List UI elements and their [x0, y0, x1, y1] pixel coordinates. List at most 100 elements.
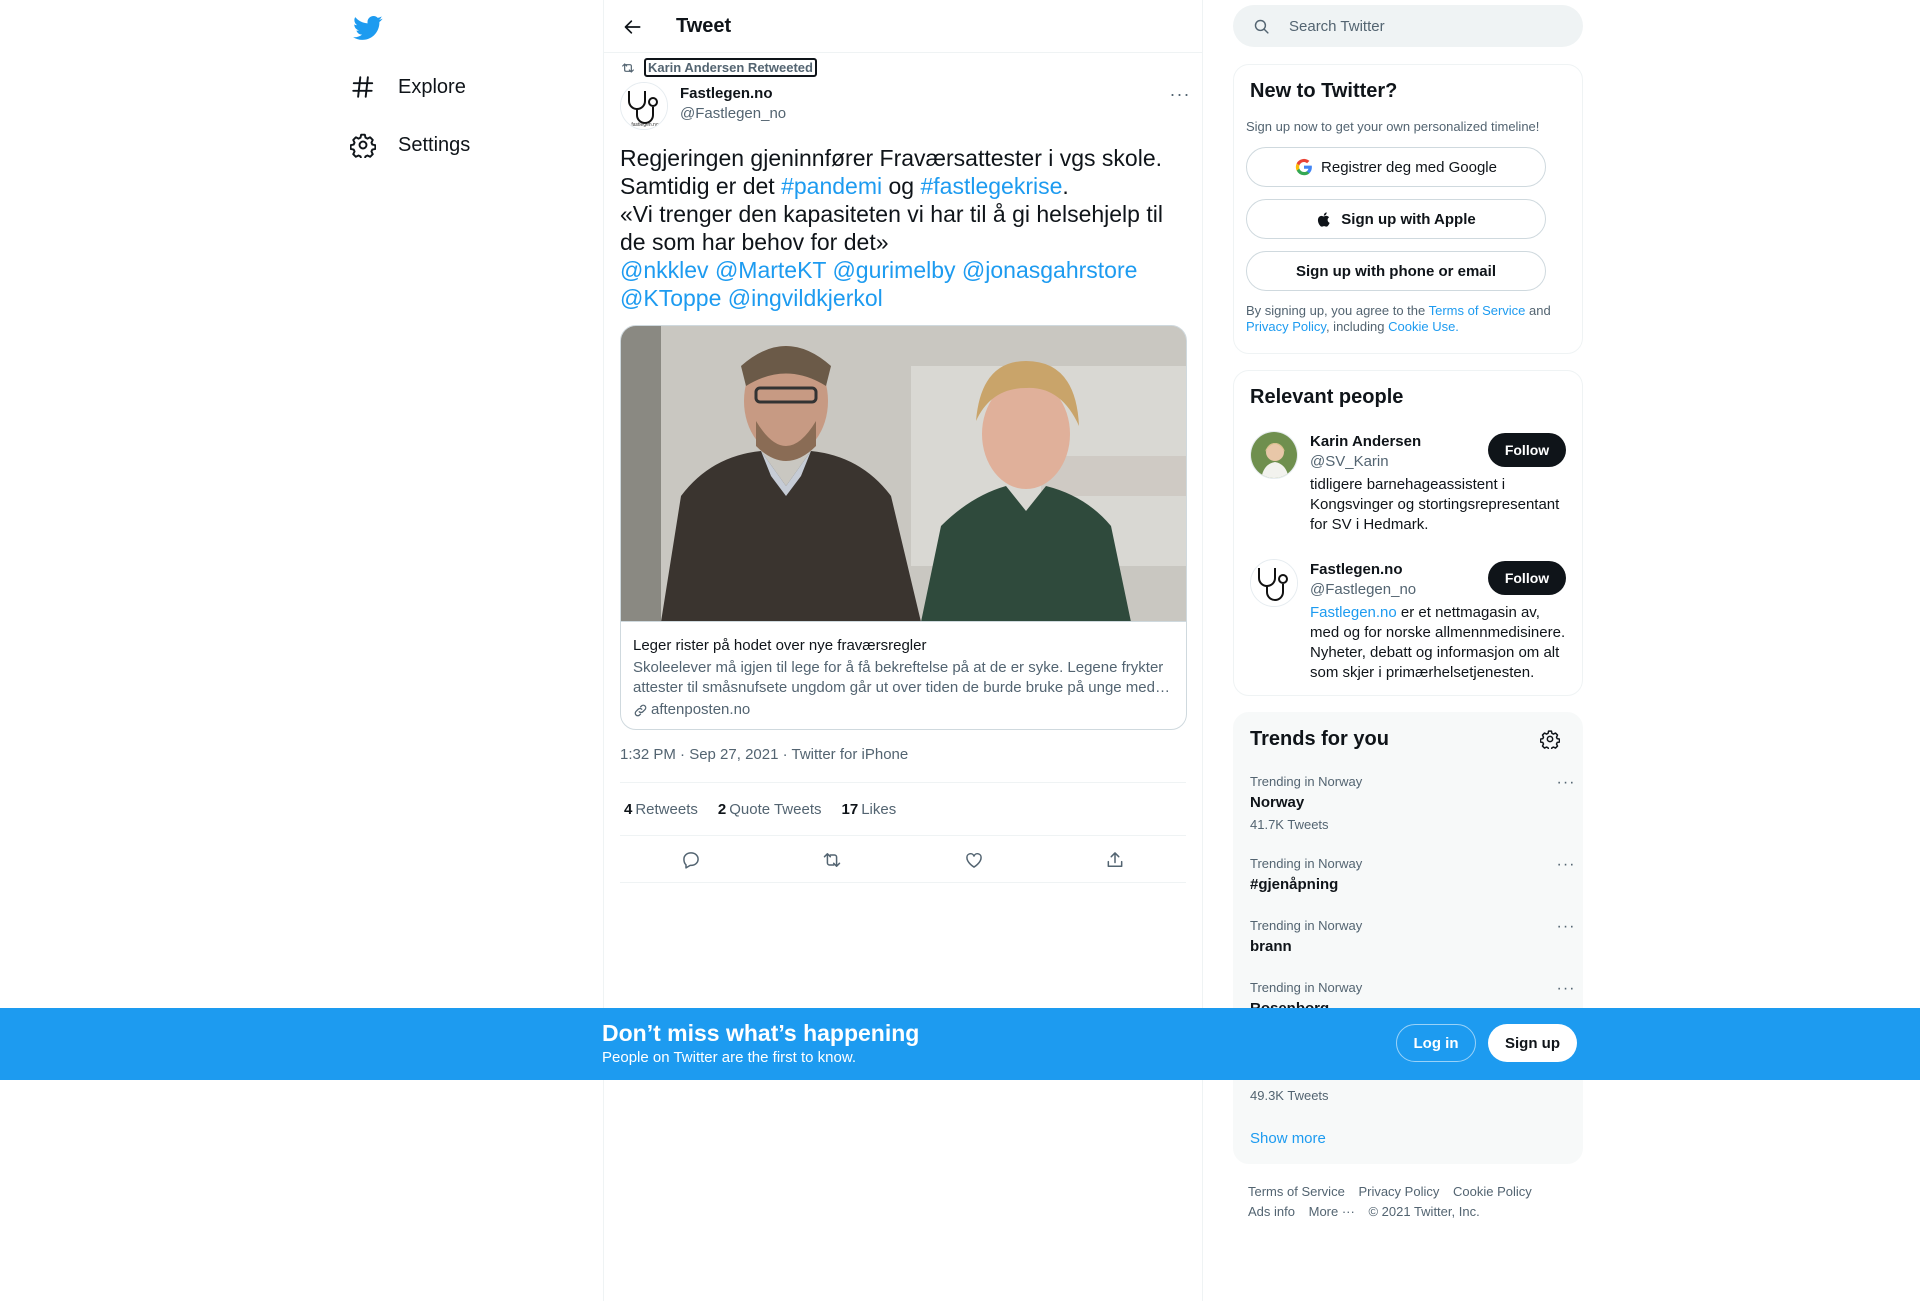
- phone-email-signup-label: Sign up with phone or email: [1295, 262, 1496, 280]
- back-button[interactable]: [618, 12, 648, 42]
- person-handle[interactable]: @Fastlegen_no: [1310, 581, 1416, 598]
- person-bio: Fastlegen.no er et nettmagasin av, med o…: [1310, 603, 1570, 683]
- hashtag-fastlegekrise[interactable]: #fastlegekrise: [921, 173, 1063, 199]
- person-bio: tidligere barnehageassistent i Kongsving…: [1310, 476, 1560, 533]
- tweet-line-2: Samtidig er det #pandemi og #fastlegekri…: [620, 172, 1186, 200]
- follow-button[interactable]: Follow: [1488, 561, 1566, 595]
- author-handle[interactable]: @Fastlegen_no: [680, 105, 786, 122]
- like-button[interactable]: [957, 843, 991, 877]
- legal-text: , including: [1325, 319, 1389, 334]
- phone-email-signup-button[interactable]: Sign up with phone or email: [1246, 251, 1546, 291]
- trend-name: brann: [1250, 938, 1292, 955]
- more-options-icon[interactable]: ···: [1166, 84, 1194, 104]
- more-options-icon[interactable]: ···: [1554, 918, 1578, 936]
- card-domain-text: aftenposten.no: [651, 701, 751, 718]
- person-name[interactable]: Fastlegen.no: [1310, 561, 1403, 578]
- footer-terms-link[interactable]: Terms of Service: [1248, 1184, 1345, 1199]
- more-options-icon[interactable]: ···: [1554, 856, 1578, 874]
- hashtag-pandemi[interactable]: #pandemi: [781, 173, 882, 199]
- show-more-link[interactable]: Show more: [1250, 1130, 1326, 1147]
- signup-banner: Don’t miss what’s happening People on Tw…: [0, 1008, 1920, 1080]
- trend-item[interactable]: Trending in Norway #gjenåpning ···: [1250, 856, 1574, 895]
- quote-tweets-count: 2: [717, 800, 727, 818]
- footer-privacy-link[interactable]: Privacy Policy: [1358, 1184, 1439, 1199]
- more-options-icon[interactable]: ···: [1554, 980, 1578, 998]
- login-button[interactable]: Log in: [1396, 1024, 1476, 1062]
- signup-subtitle: Sign up now to get your own personalized…: [1246, 119, 1540, 134]
- author-avatar[interactable]: fastlegen.no: [620, 82, 668, 130]
- nav-settings[interactable]: Settings: [350, 125, 470, 165]
- follow-button[interactable]: Follow: [1488, 433, 1566, 467]
- tweet-line-3: «Vi trenger den kapasiteten vi har til å…: [620, 201, 1163, 255]
- cookie-link[interactable]: Cookie Use.: [1388, 319, 1459, 334]
- privacy-link[interactable]: Privacy Policy: [1246, 319, 1326, 334]
- tweet-line-1: Regjeringen gjeninnfører Fraværsattester…: [620, 145, 1163, 171]
- footer-copyright: © 2021 Twitter, Inc.: [1368, 1204, 1480, 1219]
- trend-item-partial[interactable]: 49.3K Tweets: [1250, 1084, 1570, 1104]
- svg-text:fastlegen.no: fastlegen.no: [631, 122, 658, 128]
- tweet-text-segment: og: [882, 173, 921, 199]
- search-input[interactable]: [1289, 16, 1569, 36]
- link-card[interactable]: Leger rister på hodet over nye fraværsre…: [620, 325, 1187, 730]
- retweeted-by-link[interactable]: Karin Andersen Retweeted: [644, 58, 817, 77]
- trend-item[interactable]: Trending in Norway Norway 41.7K Tweets ·…: [1250, 774, 1574, 833]
- mention-link[interactable]: @ingvildkjerkol: [728, 285, 883, 311]
- trend-name: Norway: [1250, 794, 1305, 811]
- trends-settings-button[interactable]: [1538, 727, 1562, 751]
- stethoscope-logo: fastlegen.no: [621, 83, 667, 129]
- footer-ads-link[interactable]: Ads info: [1248, 1204, 1295, 1219]
- card-domain: aftenposten.no: [633, 700, 1177, 720]
- legal-text: By signing up, you agree to the: [1246, 303, 1429, 318]
- trend-context: Trending in Norway: [1250, 918, 1363, 933]
- mention-link[interactable]: @MarteKT: [715, 257, 826, 283]
- mention-link[interactable]: @nkklev: [620, 257, 709, 283]
- retweet-context: Karin Andersen Retweeted: [620, 58, 817, 77]
- avatar[interactable]: [1250, 559, 1298, 607]
- apple-signup-label: Sign up with Apple: [1341, 210, 1476, 228]
- mention-link[interactable]: @KToppe: [620, 285, 721, 311]
- retweets-label: Retweets: [635, 800, 698, 818]
- tweet-timestamp[interactable]: 1:32 PM · Sep 27, 2021 · Twitter for iPh…: [620, 746, 908, 763]
- twitter-bird-icon[interactable]: [350, 10, 386, 46]
- likes-count: 17: [841, 800, 859, 818]
- link-icon: [634, 704, 647, 716]
- gear-icon: [350, 133, 376, 158]
- avatar[interactable]: [1250, 431, 1298, 479]
- google-signup-button[interactable]: Registrer deg med Google: [1246, 147, 1546, 187]
- quote-tweets-stat[interactable]: 2 Quote Tweets: [718, 801, 822, 818]
- more-options-icon[interactable]: ···: [1554, 774, 1578, 792]
- tweet-text: Regjeringen gjeninnfører Fraværsattester…: [620, 144, 1186, 312]
- likes-stat[interactable]: 17 Likes: [842, 801, 897, 818]
- author-name[interactable]: Fastlegen.no: [680, 85, 773, 102]
- terms-link[interactable]: Terms of Service: [1429, 303, 1526, 318]
- card-body: Leger rister på hodet over nye fraværsre…: [633, 636, 1177, 720]
- tweet-stats: 4 Retweets 2 Quote Tweets 17 Likes: [620, 782, 1186, 836]
- retweets-stat[interactable]: 4 Retweets: [624, 801, 698, 818]
- trend-context: Trending in Norway: [1250, 980, 1363, 995]
- person-handle[interactable]: @SV_Karin: [1310, 453, 1389, 470]
- person-name[interactable]: Karin Andersen: [1310, 433, 1421, 450]
- footer-cookie-link[interactable]: Cookie Policy: [1453, 1184, 1532, 1199]
- page-title: Tweet: [676, 15, 732, 37]
- card-photo: [621, 326, 1186, 622]
- relevant-people-panel: Relevant people Karin Andersen @SV_Karin…: [1233, 370, 1583, 696]
- signup-button[interactable]: Sign up: [1488, 1024, 1577, 1062]
- bio-link[interactable]: Fastlegen.no: [1310, 604, 1397, 621]
- share-button[interactable]: [1098, 843, 1132, 877]
- mention-link[interactable]: @jonasgahrstore: [962, 257, 1138, 283]
- nav-explore[interactable]: Explore: [350, 67, 466, 107]
- mention-link[interactable]: @gurimelby: [832, 257, 955, 283]
- trend-context: Trending in Norway: [1250, 774, 1363, 789]
- trend-context: Trending in Norway: [1250, 856, 1363, 871]
- apple-signup-button[interactable]: Sign up with Apple: [1246, 199, 1546, 239]
- footer-links: Terms of Service Privacy Policy Cookie P…: [1248, 1182, 1568, 1222]
- legal-text: and: [1525, 303, 1551, 318]
- retweet-button[interactable]: [815, 843, 849, 877]
- trend-item[interactable]: Trending in Norway brann ···: [1250, 918, 1574, 957]
- search-bar[interactable]: [1233, 5, 1583, 47]
- banner-subtitle: People on Twitter are the first to know.: [602, 1049, 857, 1066]
- reply-button[interactable]: [674, 843, 708, 877]
- tweet-mentions: @nkklev @MarteKT @gurimelby @jonasgahrst…: [620, 256, 1186, 312]
- footer-more-link[interactable]: More ···: [1309, 1204, 1355, 1219]
- signup-legal-text: By signing up, you agree to the Terms of…: [1246, 303, 1566, 335]
